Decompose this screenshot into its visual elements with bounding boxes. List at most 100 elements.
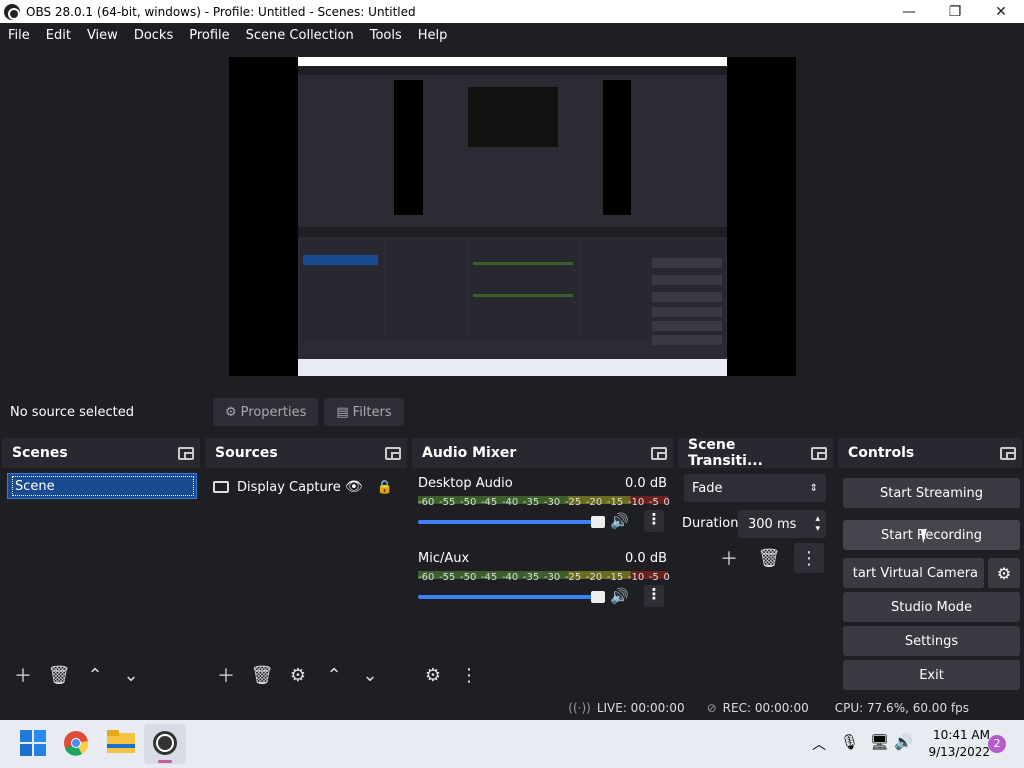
channel-db: 0.0 dB [625, 551, 667, 566]
kebab-menu-icon[interactable]: ⋮ [644, 510, 664, 532]
slider-handle[interactable] [591, 591, 605, 603]
source-name: Display Capture [237, 479, 341, 495]
remove-source-trash-icon[interactable]: 🗑 [247, 660, 277, 690]
remove-scene-trash-icon[interactable]: 🗑 [44, 660, 74, 690]
duration-spinbox[interactable]: 300 ms ▴ ▾ [738, 510, 826, 538]
menu-help[interactable]: Help [410, 28, 456, 43]
source-toolbar: No source selected ⚙ Properties ▤ Filter… [0, 395, 1024, 429]
transition-select[interactable]: Fade ⇕ [684, 474, 826, 502]
mixer-channel-mic-aux: Mic/Aux 0.0 dB -60 -55 -50 -45 -40 -35 -30 -25-… [418, 551, 670, 621]
move-scene-up-button[interactable]: ⌃ [80, 660, 110, 690]
window-title: OBS 28.0.1 (64-bit, windows) - Profile: … [26, 4, 416, 19]
gear-icon: ⚙ [225, 404, 237, 420]
advanced-audio-gear-icon[interactable]: ⚙ [418, 660, 448, 690]
menu-tools[interactable]: Tools [362, 28, 410, 43]
speaker-icon[interactable]: 🔊 [610, 512, 629, 530]
move-source-down-button[interactable]: ⌄ [355, 660, 385, 690]
menu-file[interactable]: File [0, 28, 38, 43]
controls-dock: Controls Start Streaming Start Recording… [838, 438, 1022, 694]
scenes-dock: Scenes Scene ＋ 🗑 ⌃ ⌄ [2, 438, 200, 694]
scene-list-item[interactable]: Scene [7, 473, 197, 499]
preview-area [0, 48, 1024, 388]
source-properties-gear-icon[interactable]: ⚙ [283, 660, 313, 690]
channel-name: Mic/Aux [418, 551, 470, 566]
controls-body: Start Streaming Start Recording tart Vir… [838, 468, 1022, 694]
clock-date: 9/13/2022 [928, 745, 990, 759]
audio-mixer-title: Audio Mixer [422, 445, 517, 461]
move-source-up-button[interactable]: ⌃ [319, 660, 349, 690]
start-recording-button[interactable]: Start Recording [843, 520, 1020, 550]
menu-view[interactable]: View [79, 28, 126, 43]
volume-slider[interactable] [418, 516, 605, 528]
duration-value: 300 ms [748, 516, 797, 532]
transition-menu-kebab-icon[interactable]: ⋮ [794, 543, 824, 573]
sources-toolbar: ＋ 🗑 ⚙ ⌃ ⌄ [211, 660, 385, 690]
windows-start-icon[interactable] [20, 730, 48, 758]
filters-button[interactable]: ▤ Filters [324, 398, 404, 426]
obs-taskbar-button[interactable] [144, 724, 186, 764]
undock-icon[interactable] [178, 446, 194, 460]
add-scene-button[interactable]: ＋ [8, 660, 38, 690]
sources-dock: Sources Display Capture 👁 🔒 ＋ 🗑 ⚙ ⌃ ⌄ [205, 438, 407, 694]
speaker-icon[interactable]: 🔊 [610, 587, 629, 605]
menu-docks[interactable]: Docks [126, 28, 181, 43]
file-explorer-icon[interactable] [107, 730, 135, 758]
start-virtual-camera-button[interactable]: tart Virtual Camera [843, 558, 984, 588]
source-list-item[interactable]: Display Capture 👁 🔒 [213, 474, 393, 500]
slider-handle[interactable] [591, 516, 605, 528]
rec-icon: ⊘ [706, 701, 717, 715]
remove-transition-trash-icon[interactable]: 🗑 [754, 543, 784, 573]
undock-icon[interactable] [811, 446, 827, 460]
add-transition-button[interactable]: ＋ [714, 543, 744, 573]
live-timer: LIVE: 00:00:00 [596, 701, 685, 715]
close-button[interactable]: ✕ [978, 0, 1024, 23]
undock-icon[interactable] [1000, 446, 1016, 460]
exit-button[interactable]: Exit [843, 660, 1020, 690]
sources-list: Display Capture 👁 🔒 ＋ 🗑 ⚙ ⌃ ⌄ [205, 468, 407, 694]
meter-scale: -60 -55 -50 -45 -40 -35 -30 -25 -20 -15 -10 -5 0 [418, 572, 670, 583]
lock-icon[interactable]: 🔒 [377, 480, 393, 495]
no-source-label: No source selected [10, 404, 134, 420]
clock-time: 10:41 AM [933, 728, 990, 742]
monitor-icon [213, 481, 229, 493]
kebab-menu-icon[interactable]: ⋮ [644, 585, 664, 607]
menu-edit[interactable]: Edit [38, 28, 79, 43]
preview-canvas[interactable] [229, 57, 796, 376]
audio-mixer-body: Desktop Audio 0.0 dB -60 -55 -50 -45 -40 -35-… [412, 468, 673, 694]
mixer-menu-kebab-icon[interactable]: ⋮ [454, 660, 484, 690]
maximize-button[interactable]: ❐ [932, 0, 978, 23]
network-icon[interactable]: 🖥 [870, 733, 889, 751]
scene-name: Scene [12, 476, 194, 496]
show-hidden-icons-chevron-icon[interactable]: ︿ [812, 734, 826, 754]
spin-arrows-icon[interactable]: ▴ ▾ [815, 514, 820, 534]
meter-scale: -60 -55 -50 -45 -40 -35 -30 -25 -20 -15 -10 -5 0 [418, 497, 670, 508]
virtual-camera-settings-gear-icon[interactable]: ⚙ [988, 558, 1020, 588]
channel-name: Desktop Audio [418, 476, 513, 491]
sources-header: Sources [205, 438, 407, 468]
live-broadcast-icon: ((·)) [568, 701, 591, 715]
undock-icon[interactable] [651, 446, 667, 460]
undock-icon[interactable] [385, 446, 401, 460]
audio-mixer-dock: Audio Mixer Desktop Audio 0.0 dB -60 -55-… [412, 438, 673, 694]
filter-icon: ▤ [336, 404, 349, 420]
volume-slider[interactable] [418, 591, 605, 603]
filters-label: Filters [352, 404, 392, 420]
properties-button[interactable]: ⚙ Properties [213, 398, 319, 426]
scenes-header: Scenes [2, 438, 200, 468]
add-source-button[interactable]: ＋ [211, 660, 241, 690]
menu-scene-collection[interactable]: Scene Collection [238, 28, 362, 43]
move-scene-down-button[interactable]: ⌄ [116, 660, 146, 690]
notification-badge[interactable]: 2 [988, 735, 1006, 753]
obs-logo-icon [4, 3, 20, 20]
minimize-button[interactable]: — [886, 0, 932, 23]
eye-icon[interactable]: 👁 [345, 479, 363, 495]
studio-mode-button[interactable]: Studio Mode [843, 592, 1020, 622]
settings-button[interactable]: Settings [843, 626, 1020, 656]
start-streaming-button[interactable]: Start Streaming [843, 478, 1020, 508]
sources-title: Sources [215, 445, 278, 461]
volume-icon[interactable]: 🔊 [894, 733, 913, 751]
chrome-icon[interactable] [63, 730, 91, 758]
menu-profile[interactable]: Profile [181, 28, 237, 43]
clock[interactable]: 10:41 AM 9/13/2022 [920, 727, 990, 761]
microphone-icon[interactable]: 🎙 [840, 733, 859, 751]
